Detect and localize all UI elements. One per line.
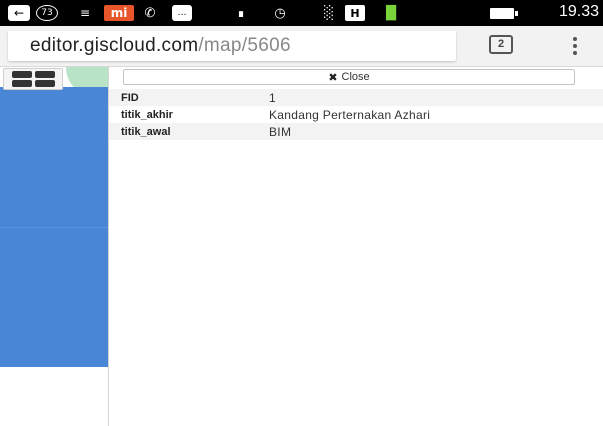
url-text: editor.giscloud.com/map/5606 [30, 35, 291, 57]
close-icon: ✖ [328, 70, 338, 84]
attribute-value: BIM [254, 123, 603, 140]
browser-toolbar: editor.giscloud.com/map/5606 2 [0, 26, 603, 67]
browser-menu-icon[interactable] [565, 34, 585, 58]
table-row: FID 1 [109, 89, 603, 106]
notification-badge-icon: 73 [36, 5, 58, 21]
signal-2-icon: █ [386, 5, 396, 21]
h-network-icon: H [345, 5, 365, 21]
notification-count: 73 [41, 8, 53, 18]
table-row: titik_awal BIM [109, 123, 603, 140]
close-button[interactable]: ✖ Close [123, 69, 575, 85]
alarm-icon: ◷ [274, 5, 286, 21]
signal-icon: ░ [324, 5, 334, 21]
status-bar: ← 73 ≡ mi ✆ … ∎ ◷ ░ H █ 19.33 [0, 0, 603, 26]
battery-icon [490, 8, 518, 19]
map-canvas[interactable] [0, 67, 110, 426]
layers-icon-block [34, 71, 55, 78]
url-path: /map/5606 [198, 35, 291, 56]
layers-icon-block [11, 80, 32, 87]
map-grid-line [0, 227, 108, 228]
layers-toggle-button[interactable] [3, 68, 63, 90]
attribute-key: titik_akhir [109, 106, 254, 123]
close-label: Close [341, 71, 370, 83]
attribute-value: 1 [254, 89, 603, 106]
back-icon: ← [8, 5, 30, 21]
url-domain: editor.giscloud.com [30, 35, 199, 56]
h-label: H [350, 6, 360, 20]
url-field[interactable]: editor.giscloud.com/map/5606 [8, 31, 456, 61]
clock: 19.33 [558, 3, 599, 20]
tab-switcher-button[interactable]: 2 [489, 35, 513, 54]
layers-icon-block [11, 71, 32, 78]
layers-icon-block [34, 80, 55, 87]
attribute-key: FID [109, 89, 254, 106]
phone-icon: ✆ [144, 5, 156, 21]
vibrate-icon: ∎ [237, 6, 245, 20]
attribute-value: Kandang Perternakan Azhari [254, 106, 603, 123]
mi-label: mi [110, 6, 128, 20]
chat-icon: … [172, 5, 192, 21]
feature-info-panel: ✖ Close FID 1 titik_akhir Kandang Perter… [108, 67, 603, 426]
apps-icon: ≡ [79, 6, 91, 20]
attribute-table: FID 1 titik_akhir Kandang Perternakan Az… [109, 89, 603, 140]
table-row: titik_akhir Kandang Perternakan Azhari [109, 106, 603, 123]
mi-icon: mi [104, 5, 134, 21]
attribute-key: titik_awal [109, 123, 254, 140]
